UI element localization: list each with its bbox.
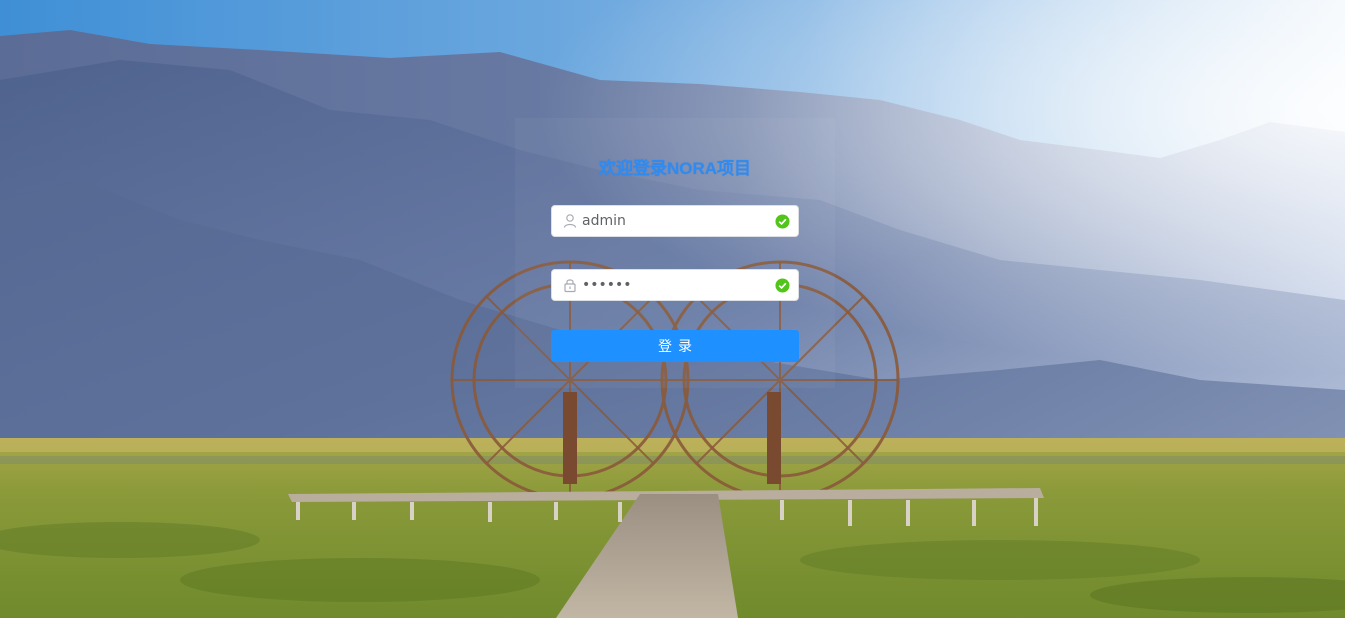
page-title: 欢迎登录NORA项目 [598, 159, 752, 178]
check-circle-icon [775, 214, 790, 229]
password-input[interactable] [582, 270, 762, 300]
username-input[interactable] [582, 206, 762, 236]
login-button[interactable]: 登录 [551, 330, 799, 362]
password-field[interactable] [551, 269, 799, 301]
username-field[interactable] [551, 205, 799, 237]
check-circle-icon [775, 278, 790, 293]
user-icon [563, 214, 577, 228]
login-page: 欢迎登录NORA项目 登录 [0, 0, 1345, 618]
login-form: 欢迎登录NORA项目 登录 [515, 118, 835, 388]
lock-icon [564, 279, 576, 293]
